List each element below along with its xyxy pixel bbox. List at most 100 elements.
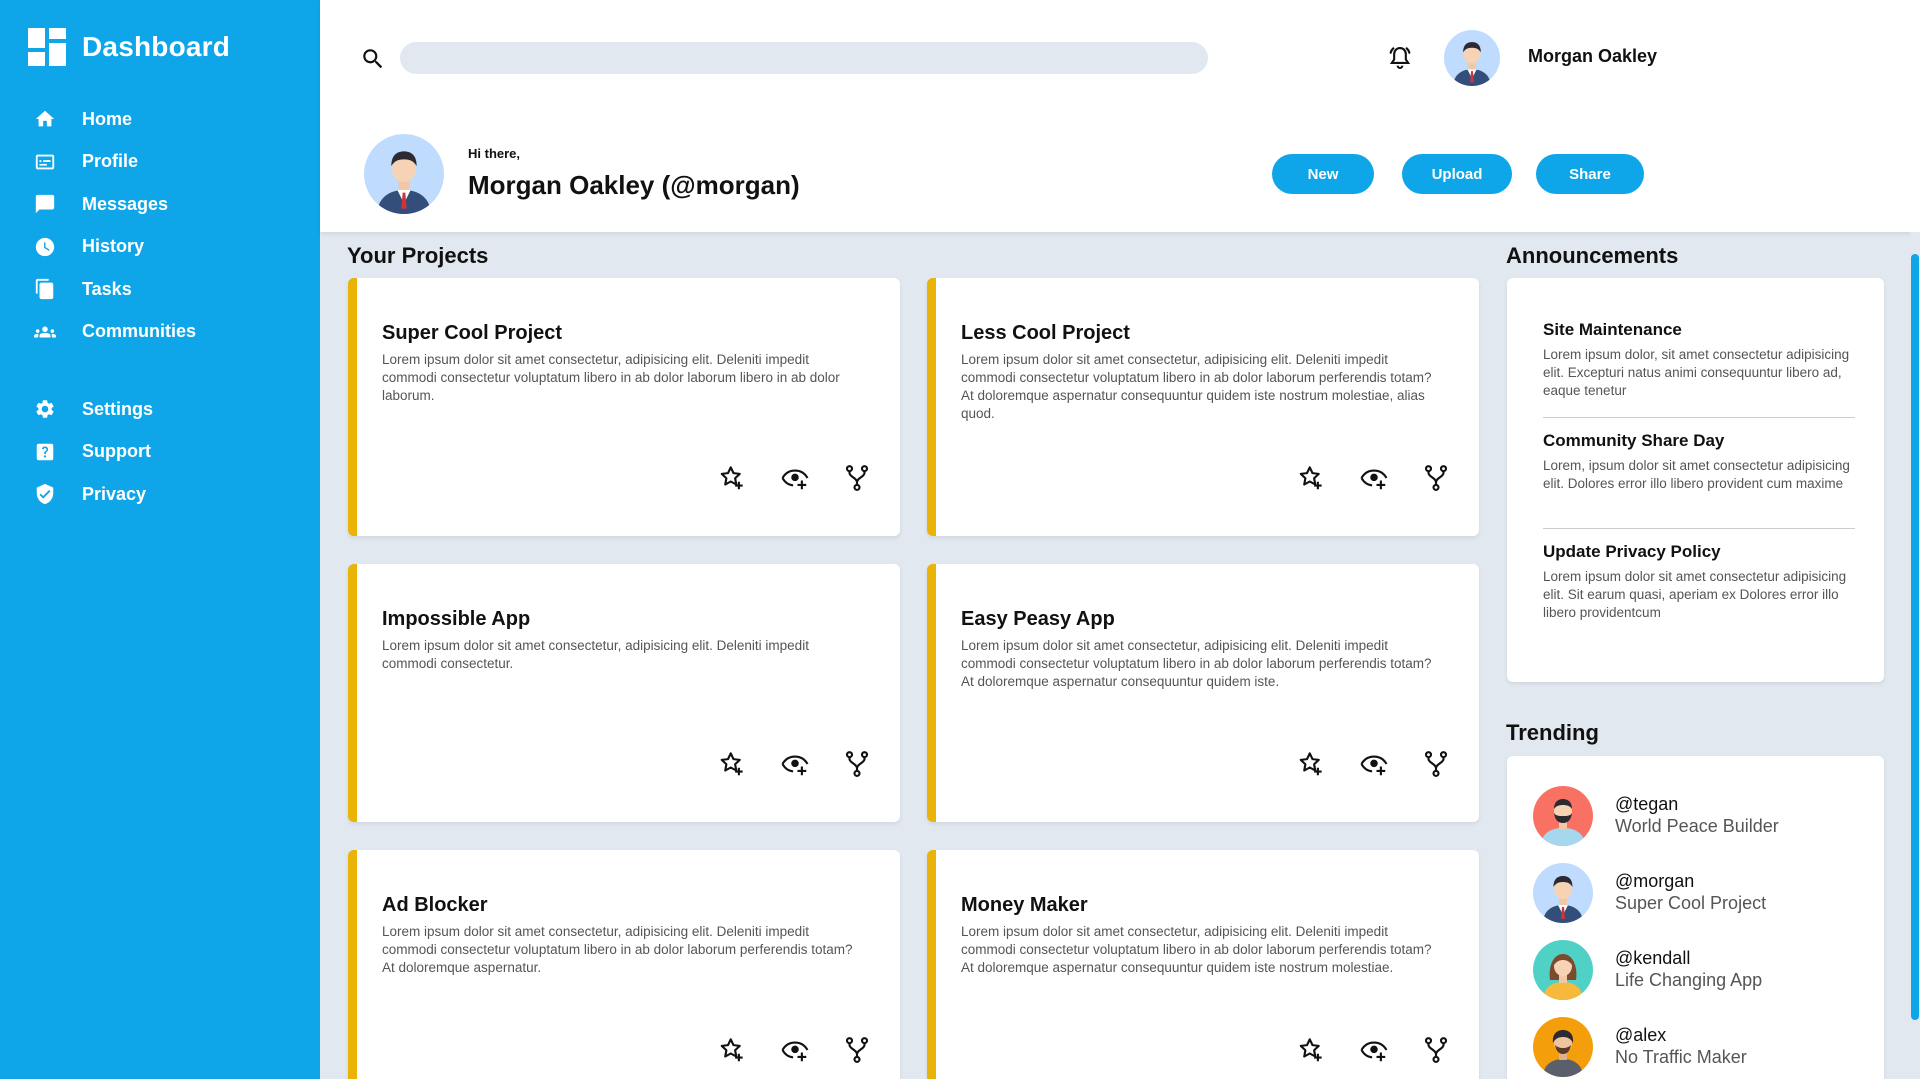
sidebar-item-settings[interactable]: Settings bbox=[0, 388, 320, 431]
upload-button[interactable]: Upload bbox=[1402, 154, 1512, 194]
greeting-text: Hi there, bbox=[468, 146, 521, 161]
new-button[interactable]: New bbox=[1272, 154, 1374, 194]
scrollbar-thumb[interactable] bbox=[1911, 254, 1919, 1020]
avatar[interactable] bbox=[1444, 30, 1500, 86]
project-title: Super Cool Project bbox=[382, 322, 563, 344]
sidebar-item-label: Tasks bbox=[82, 278, 132, 299]
project-actions bbox=[357, 749, 900, 779]
project-actions bbox=[357, 463, 900, 493]
sidebar: Dashboard Home Profile Messages History … bbox=[0, 0, 320, 1079]
gear-icon bbox=[34, 398, 56, 420]
header-username[interactable]: Morgan Oakley bbox=[1528, 46, 1657, 67]
sidebar-item-label: Support bbox=[82, 441, 151, 462]
divider bbox=[1543, 528, 1855, 529]
trending-item[interactable]: @kendall Life Changing App bbox=[1533, 940, 1873, 1000]
dashboard-logo-icon bbox=[28, 28, 66, 66]
sidebar-item-communities[interactable]: Communities bbox=[0, 311, 320, 354]
project-description: Lorem ipsum dolor sit amet consectetur, … bbox=[382, 352, 840, 403]
star-add-icon[interactable] bbox=[717, 1035, 747, 1065]
clock-icon bbox=[34, 236, 56, 258]
avatar bbox=[1533, 940, 1593, 1000]
project-title: Less Cool Project bbox=[961, 322, 1130, 344]
trending-handle: @tegan bbox=[1615, 794, 1679, 814]
star-add-icon[interactable] bbox=[1296, 749, 1326, 779]
watch-add-icon[interactable] bbox=[780, 463, 810, 493]
sidebar-item-messages[interactable]: Messages bbox=[0, 183, 320, 226]
project-card[interactable]: Impossible App Lorem ipsum dolor sit amet… bbox=[348, 564, 900, 822]
project-description: Lorem ipsum dolor sit amet consectetur, … bbox=[382, 924, 853, 975]
project-title: Impossible App bbox=[382, 608, 531, 630]
sidebar-item-label: Communities bbox=[82, 321, 197, 342]
trending-project: No Traffic Maker bbox=[1615, 1047, 1747, 1067]
trending-project: Super Cool Project bbox=[1615, 893, 1767, 913]
fork-icon[interactable] bbox=[842, 749, 872, 779]
fork-icon[interactable] bbox=[842, 1035, 872, 1065]
chat-icon bbox=[34, 193, 56, 215]
announcement-text: Lorem ipsum dolor sit amet consectetur a… bbox=[1543, 569, 1847, 620]
trending-item[interactable]: @morgan Super Cool Project bbox=[1533, 863, 1873, 923]
star-add-icon[interactable] bbox=[1296, 463, 1326, 493]
watch-add-icon[interactable] bbox=[1359, 1035, 1389, 1065]
brand-title: Dashboard bbox=[82, 31, 231, 62]
search-input[interactable] bbox=[400, 42, 1208, 74]
fork-icon[interactable] bbox=[842, 463, 872, 493]
project-actions bbox=[936, 1035, 1479, 1065]
announcements-title: Announcements bbox=[1506, 243, 1679, 268]
trending-handle: @alex bbox=[1615, 1025, 1667, 1045]
brand[interactable]: Dashboard bbox=[28, 28, 230, 66]
search-icon[interactable] bbox=[360, 46, 386, 72]
avatar bbox=[1533, 1017, 1593, 1077]
home-icon bbox=[34, 108, 56, 130]
help-icon bbox=[34, 441, 56, 463]
id-card-icon bbox=[34, 151, 56, 173]
project-actions bbox=[357, 1035, 900, 1065]
project-actions bbox=[936, 749, 1479, 779]
bell-icon[interactable] bbox=[1386, 44, 1414, 72]
share-button[interactable]: Share bbox=[1536, 154, 1644, 194]
header: Morgan Oakley Hi there, Morgan Oakley (@… bbox=[320, 0, 1920, 232]
sidebar-item-home[interactable]: Home bbox=[0, 98, 320, 141]
project-description: Lorem ipsum dolor sit amet consectetur, … bbox=[961, 638, 1432, 689]
sidebar-item-label: History bbox=[82, 236, 145, 257]
trending-item[interactable]: @alex No Traffic Maker bbox=[1533, 1017, 1873, 1077]
project-card[interactable]: Money Maker Lorem ipsum dolor sit amet co… bbox=[927, 850, 1479, 1079]
star-add-icon[interactable] bbox=[1296, 1035, 1326, 1065]
trending-handle: @morgan bbox=[1615, 871, 1695, 891]
fork-icon[interactable] bbox=[1421, 749, 1451, 779]
copy-icon bbox=[34, 278, 56, 300]
star-add-icon[interactable] bbox=[717, 749, 747, 779]
fork-icon[interactable] bbox=[1421, 1035, 1451, 1065]
shield-icon bbox=[34, 483, 56, 505]
project-card[interactable]: Super Cool Project Lorem ipsum dolor sit … bbox=[348, 278, 900, 536]
project-card[interactable]: Less Cool Project Lorem ipsum dolor sit a… bbox=[927, 278, 1479, 536]
watch-add-icon[interactable] bbox=[780, 749, 810, 779]
announcement-title: Update Privacy Policy bbox=[1543, 542, 1721, 561]
sidebar-item-tasks[interactable]: Tasks bbox=[0, 268, 320, 311]
projects-title: Your Projects bbox=[347, 243, 489, 268]
star-add-icon[interactable] bbox=[717, 463, 747, 493]
watch-add-icon[interactable] bbox=[780, 1035, 810, 1065]
sidebar-item-support[interactable]: Support bbox=[0, 431, 320, 474]
project-description: Lorem ipsum dolor sit amet consectetur, … bbox=[961, 352, 1432, 421]
sidebar-item-history[interactable]: History bbox=[0, 226, 320, 269]
sidebar-item-label: Home bbox=[82, 108, 133, 129]
project-card[interactable]: Easy Peasy App Lorem ipsum dolor sit amet… bbox=[927, 564, 1479, 822]
fork-icon[interactable] bbox=[1421, 463, 1451, 493]
watch-add-icon[interactable] bbox=[1359, 749, 1389, 779]
announcements-card: Site Maintenance Lorem ipsum dolor, sit … bbox=[1507, 278, 1884, 682]
project-card[interactable]: Ad Blocker Lorem ipsum dolor sit amet con… bbox=[348, 850, 900, 1079]
watch-add-icon[interactable] bbox=[1359, 463, 1389, 493]
trending-handle: @kendall bbox=[1615, 948, 1691, 968]
profile-name: Morgan Oakley (@morgan) bbox=[468, 170, 800, 200]
announcement-item[interactable]: Community Share Day Lorem, ipsum dolor s… bbox=[1543, 431, 1855, 493]
sidebar-nav-primary: Home Profile Messages History Tasks Comm… bbox=[0, 98, 320, 353]
trending-item[interactable]: @tegan World Peace Builder bbox=[1533, 786, 1873, 846]
announcement-item[interactable]: Site Maintenance Lorem ipsum dolor, sit … bbox=[1543, 320, 1855, 400]
trending-card: @tegan World Peace Builder @morgan Super… bbox=[1507, 756, 1884, 1079]
sidebar-item-privacy[interactable]: Privacy bbox=[0, 473, 320, 516]
project-title: Money Maker bbox=[961, 894, 1088, 916]
announcement-text: Lorem ipsum dolor, sit amet consectetur … bbox=[1543, 347, 1850, 398]
sidebar-item-profile[interactable]: Profile bbox=[0, 141, 320, 184]
announcement-item[interactable]: Update Privacy Policy Lorem ipsum dolor … bbox=[1543, 542, 1855, 622]
group-icon bbox=[34, 321, 56, 343]
